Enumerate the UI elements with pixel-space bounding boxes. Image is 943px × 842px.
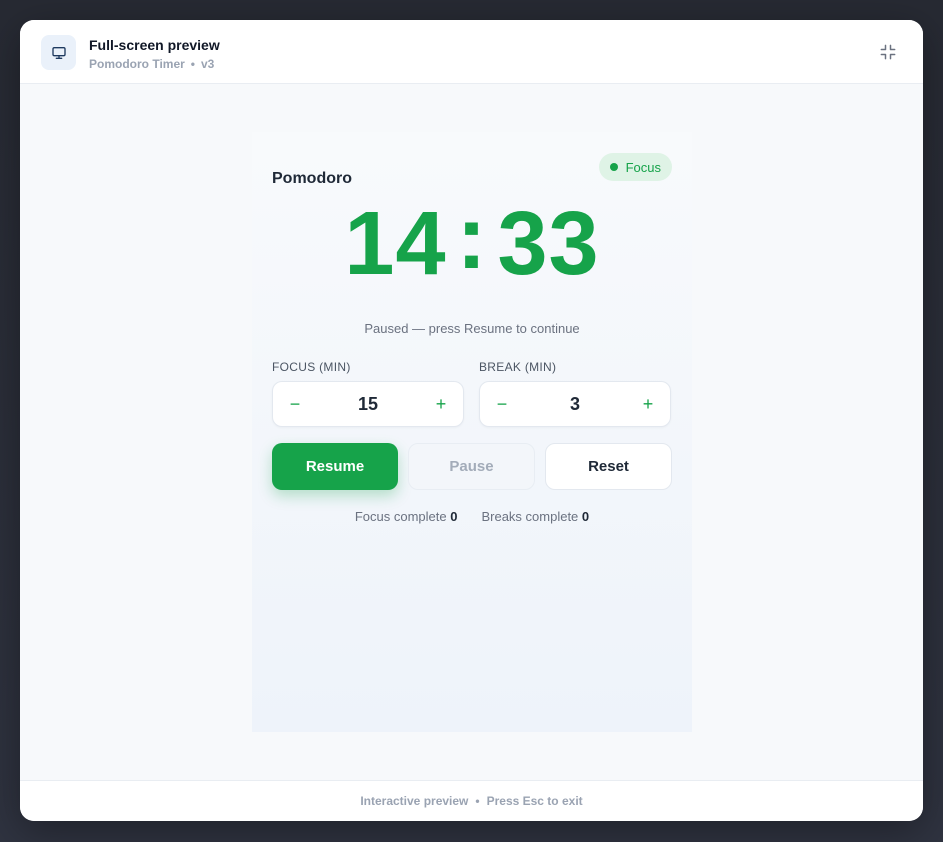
timer-minutes: 14	[344, 194, 447, 294]
focus-stepper: − 15 +	[272, 381, 464, 427]
timer-display: 14:33	[252, 188, 692, 294]
focus-increment-button[interactable]: +	[419, 382, 463, 426]
minimize-icon	[880, 44, 896, 60]
status-message: Paused — press Resume to continue	[364, 321, 580, 336]
focus-label: FOCUS (MIN)	[272, 360, 351, 374]
exit-fullscreen-button[interactable]	[874, 38, 902, 66]
modal-subtitle: Pomodoro Timer • v3	[89, 57, 214, 71]
fullscreen-preview-modal: Full-screen preview Pomodoro Timer • v3 Po…	[20, 20, 923, 821]
modal-footer: Interactive preview • Press Esc to exit	[20, 780, 923, 821]
break-value[interactable]: 3	[524, 382, 626, 426]
reset-button[interactable]: Reset	[545, 443, 672, 490]
breaks-complete-count: Breaks complete 0	[481, 509, 589, 524]
break-decrement-button[interactable]: −	[480, 382, 524, 426]
resume-button[interactable]: Resume	[272, 443, 398, 490]
app-title: Pomodoro	[272, 170, 352, 187]
footer-separator: •	[475, 794, 480, 808]
pomodoro-app: Pomodoro Focus 14:33 Paused — press Resu…	[252, 132, 692, 732]
focus-complete-value: 0	[450, 509, 458, 524]
break-label: BREAK (MIN)	[479, 360, 557, 374]
mode-badge: Focus	[598, 153, 672, 181]
breaks-complete-value: 0	[581, 509, 590, 524]
modal-header: Full-screen preview Pomodoro Timer • v3	[20, 20, 923, 84]
monitor-icon	[41, 35, 76, 70]
breaks-complete-label: Breaks complete	[481, 509, 579, 524]
timer-colon: :	[456, 188, 488, 288]
modal-title: Full-screen preview	[89, 37, 220, 53]
focus-complete-label: Focus complete	[354, 509, 447, 524]
app-name: Pomodoro Timer	[89, 57, 185, 71]
break-increment-button[interactable]: +	[626, 382, 670, 426]
focus-complete-count: Focus complete 0	[355, 509, 458, 524]
separator-dot: •	[190, 57, 195, 71]
version-label: v3	[201, 57, 215, 71]
break-stepper: − 3 +	[479, 381, 671, 427]
mode-badge-label: Focus	[625, 159, 661, 175]
footer-hint-left: Interactive preview	[360, 794, 469, 808]
timer-seconds: 33	[497, 194, 600, 294]
focus-decrement-button[interactable]: −	[273, 382, 317, 426]
completion-counts: Focus complete 0 Breaks complete 0	[252, 509, 692, 524]
pause-button[interactable]: Pause	[408, 443, 535, 490]
focus-value[interactable]: 15	[317, 382, 419, 426]
footer-hint-right: Press Esc to exit	[486, 794, 583, 808]
status-dot-icon	[609, 163, 618, 171]
